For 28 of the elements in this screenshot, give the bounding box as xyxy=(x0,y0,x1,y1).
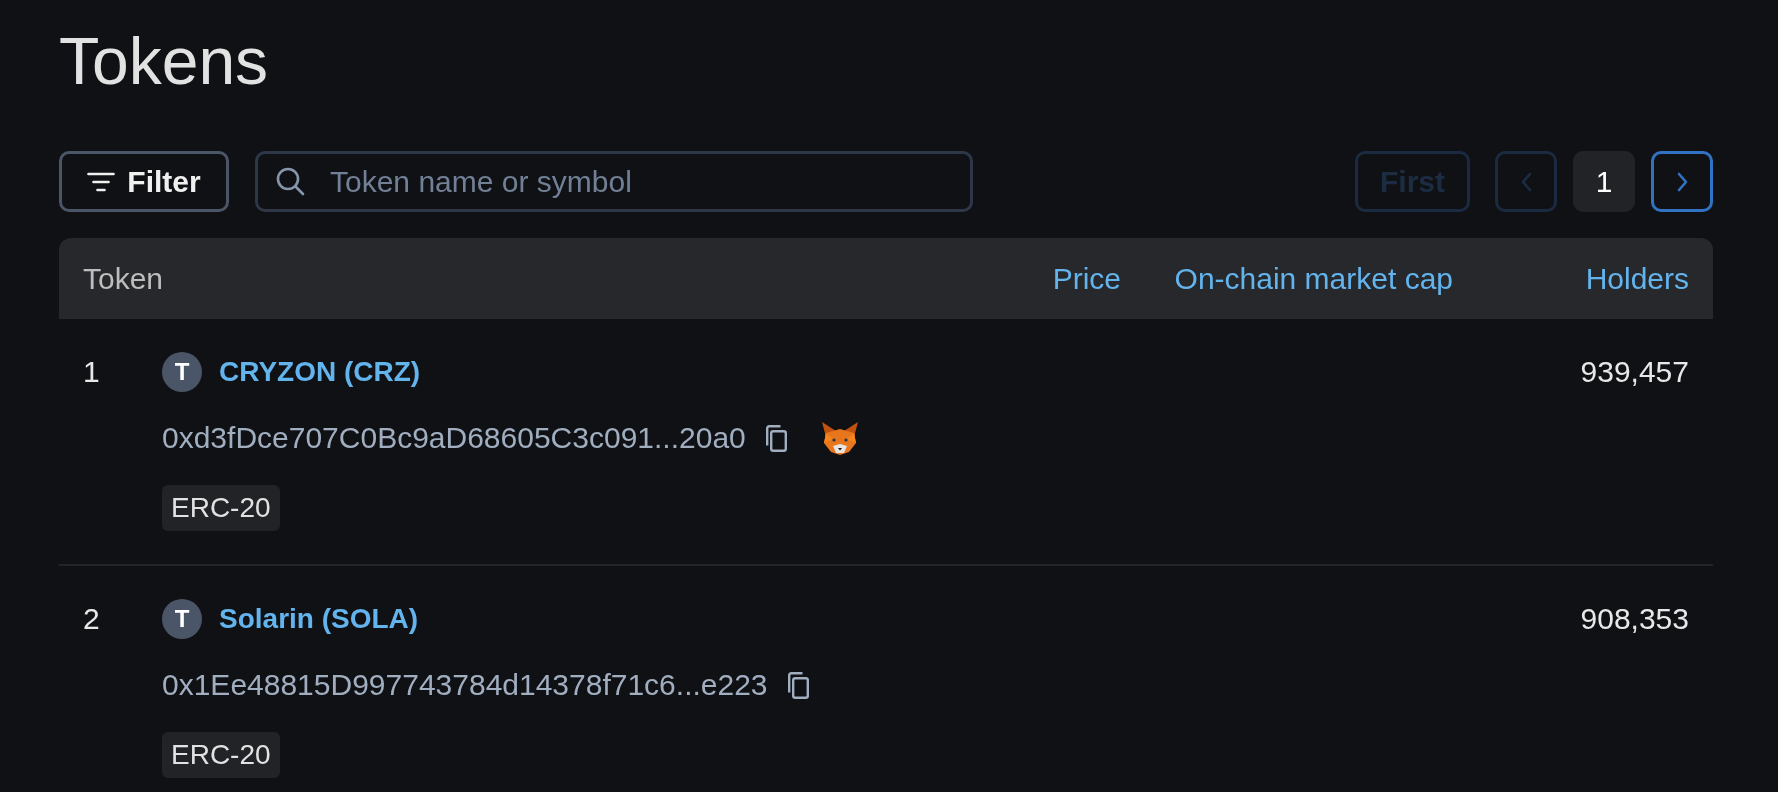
search-field[interactable]: Token name or symbol xyxy=(255,151,973,213)
contract-address: 0xd3fDce707C0Bc9aD68605C3c091...20a0 xyxy=(162,420,746,457)
filter-button[interactable]: Filter xyxy=(59,151,229,213)
copy-icon[interactable] xyxy=(763,424,788,453)
token-avatar: T xyxy=(162,599,202,640)
token-type-tag: ERC-20 xyxy=(162,485,280,532)
fox-icon[interactable] xyxy=(820,420,859,456)
search-icon xyxy=(276,167,305,197)
token-avatar: T xyxy=(162,352,202,393)
holders-count: 908,353 xyxy=(1580,602,1689,636)
row-number: 1 xyxy=(83,355,100,389)
contract-address: 0x1Ee48815D997743784d14378f71c6...e223 xyxy=(162,667,768,704)
page-button[interactable]: 1 xyxy=(1573,151,1635,213)
token-name-link[interactable]: CRYZON (CRZ) xyxy=(219,351,421,394)
filter-icon xyxy=(87,171,116,192)
column-header[interactable]: Price xyxy=(1052,262,1121,296)
row-number: 2 xyxy=(83,602,100,636)
column-header: Token xyxy=(83,262,164,296)
token-type-tag: ERC-20 xyxy=(162,732,280,779)
column-header[interactable]: Holders xyxy=(1585,262,1689,296)
copy-icon[interactable] xyxy=(785,671,810,700)
column-header[interactable]: On-chain market cap xyxy=(1174,262,1453,296)
page-title: Tokens xyxy=(59,23,270,100)
chevron-right-icon xyxy=(1675,171,1689,192)
chevron-left-icon xyxy=(1519,171,1533,192)
token-name-link[interactable]: Solarin (SOLA) xyxy=(219,598,419,641)
holders-count: 939,457 xyxy=(1580,355,1689,389)
next-page-button[interactable] xyxy=(1651,151,1713,213)
